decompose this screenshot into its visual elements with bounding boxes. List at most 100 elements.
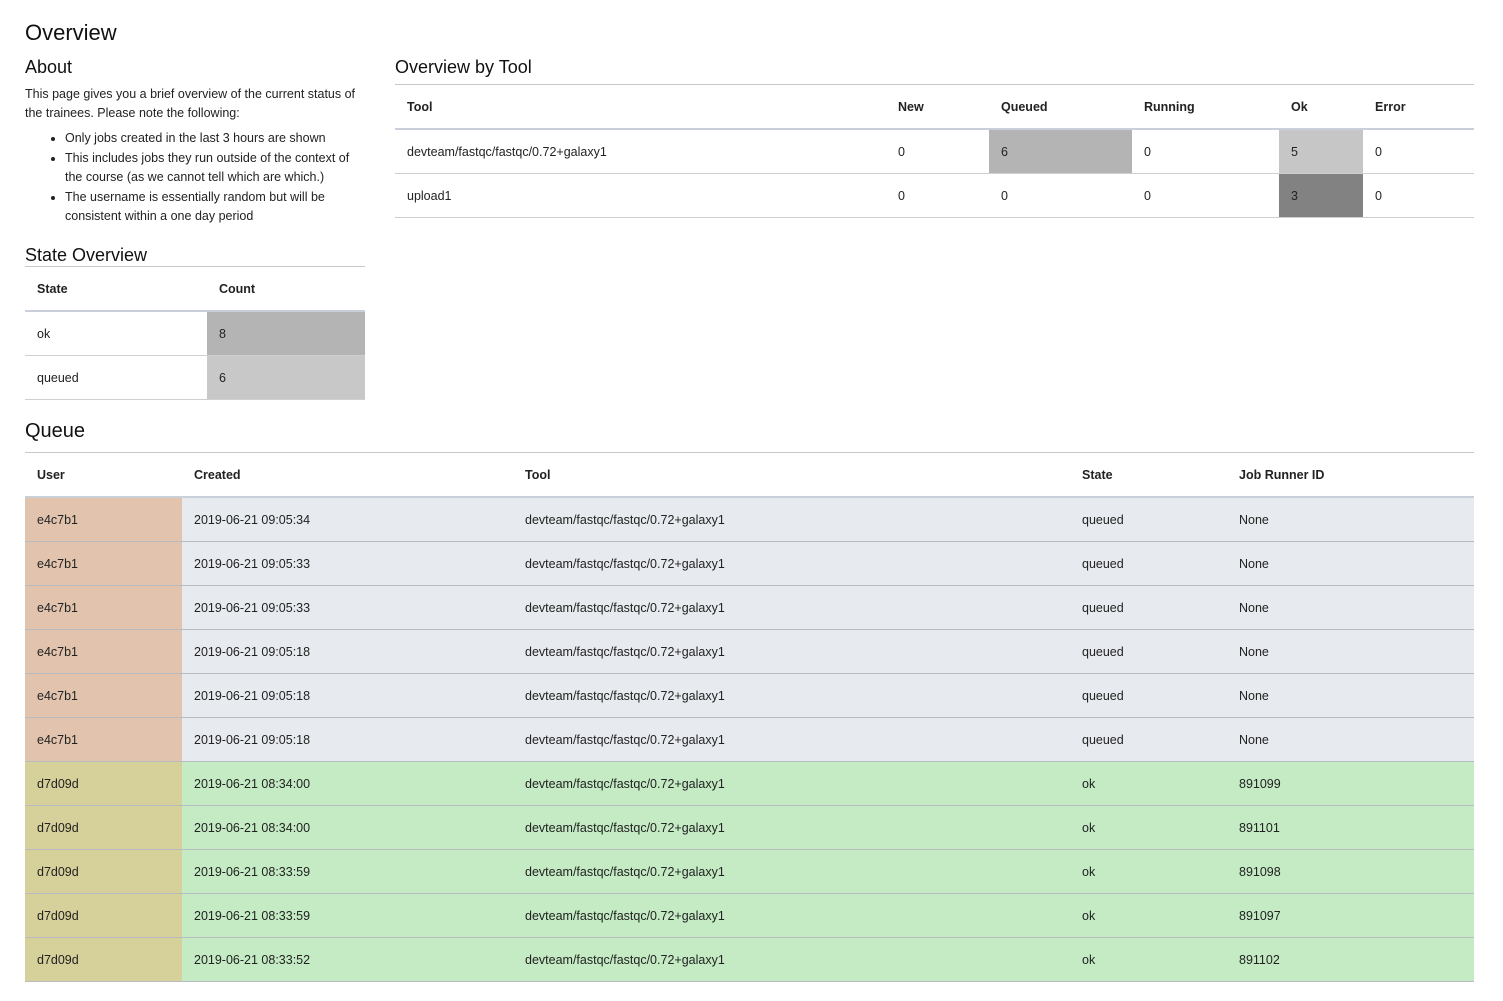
tool-cell: devteam/fastqc/fastqc/0.72+galaxy1: [513, 761, 1070, 806]
column-header-running: Running: [1132, 84, 1279, 130]
tool-cell: devteam/fastqc/fastqc/0.72+galaxy1: [513, 805, 1070, 850]
job-runner-id-cell: 891097: [1227, 893, 1474, 938]
table-header-row: State Count: [25, 266, 365, 312]
table-row: d7d09d 2019-06-21 08:33:52 devteam/fastqc/…: [25, 937, 1474, 982]
job-runner-id-cell: 891102: [1227, 937, 1474, 982]
state-cell: queued: [1070, 673, 1227, 718]
user-cell: d7d09d: [25, 761, 182, 806]
note-item: Only jobs created in the last 3 hours ar…: [65, 129, 365, 148]
tool-overview-table: Tool New Queued Running Ok Error devteam…: [395, 84, 1474, 218]
tool-cell: devteam/fastqc/fastqc/0.72+galaxy1: [513, 893, 1070, 938]
column-header-tool: Tool: [513, 452, 1070, 498]
user-cell: e4c7b1: [25, 585, 182, 630]
created-cell: 2019-06-21 08:33:59: [182, 849, 513, 894]
error-count-cell: 0: [1363, 173, 1474, 218]
running-count-cell: 0: [1132, 129, 1279, 174]
tool-cell: devteam/fastqc/fastqc/0.72+galaxy1: [513, 937, 1070, 982]
job-runner-id-cell: None: [1227, 585, 1474, 630]
user-cell: e4c7b1: [25, 497, 182, 542]
queue-title: Queue: [25, 420, 86, 442]
queued-count-cell: 6: [989, 129, 1132, 174]
tool-cell: devteam/fastqc/fastqc/0.72+galaxy1: [513, 629, 1070, 674]
state-cell: queued: [1070, 629, 1227, 674]
tool-name-cell: upload1: [395, 173, 886, 218]
user-cell: e4c7b1: [25, 673, 182, 718]
job-runner-id-cell: 891101: [1227, 805, 1474, 850]
user-cell: d7d09d: [25, 893, 182, 938]
created-cell: 2019-06-21 09:05:34: [182, 497, 513, 542]
column-header-ok: Ok: [1279, 84, 1363, 130]
top-section: About This page gives you a brief overvi…: [25, 56, 1474, 400]
note-item: The username is essentially random but w…: [65, 188, 365, 226]
table-row: e4c7b1 2019-06-21 09:05:33 devteam/fastqc/…: [25, 585, 1474, 630]
state-cell: ok: [1070, 937, 1227, 982]
error-count-cell: 0: [1363, 129, 1474, 174]
job-runner-id-cell: 891099: [1227, 761, 1474, 806]
running-count-cell: 0: [1132, 173, 1279, 218]
table-header-row: User Created Tool State Job Runner ID: [25, 452, 1474, 498]
created-cell: 2019-06-21 08:34:00: [182, 805, 513, 850]
created-cell: 2019-06-21 09:05:33: [182, 585, 513, 630]
tool-cell: devteam/fastqc/fastqc/0.72+galaxy1: [513, 541, 1070, 586]
column-header-error: Error: [1363, 84, 1474, 130]
table-row: e4c7b1 2019-06-21 09:05:18 devteam/fastqc/…: [25, 717, 1474, 762]
column-header-job-runner-id: Job Runner ID: [1227, 452, 1474, 498]
user-cell: e4c7b1: [25, 717, 182, 762]
user-cell: d7d09d: [25, 805, 182, 850]
tool-cell: devteam/fastqc/fastqc/0.72+galaxy1: [513, 585, 1070, 630]
state-overview-title: State Overview: [25, 245, 148, 265]
table-row: e4c7b1 2019-06-21 09:05:18 devteam/fastqc/…: [25, 629, 1474, 674]
left-column: About This page gives you a brief overvi…: [25, 56, 365, 400]
about-title: About: [25, 57, 73, 77]
table-row: upload1 0 0 0 3 0: [395, 173, 1474, 218]
created-cell: 2019-06-21 09:05:33: [182, 541, 513, 586]
table-row: e4c7b1 2019-06-21 09:05:34 devteam/fastqc/…: [25, 497, 1474, 542]
table-row: d7d09d 2019-06-21 08:33:59 devteam/fastqc/…: [25, 893, 1474, 938]
column-header-state: State: [1070, 452, 1227, 498]
job-runner-id-cell: None: [1227, 497, 1474, 542]
count-cell: 6: [207, 355, 365, 400]
job-runner-id-cell: None: [1227, 717, 1474, 762]
tool-name-cell: devteam/fastqc/fastqc/0.72+galaxy1: [395, 129, 886, 174]
job-runner-id-cell: None: [1227, 629, 1474, 674]
user-cell: d7d09d: [25, 849, 182, 894]
state-cell: ok: [1070, 805, 1227, 850]
created-cell: 2019-06-21 08:34:00: [182, 761, 513, 806]
user-cell: d7d09d: [25, 937, 182, 982]
table-row: d7d09d 2019-06-21 08:33:59 devteam/fastqc/…: [25, 849, 1474, 894]
created-cell: 2019-06-21 08:33:52: [182, 937, 513, 982]
overview-page: Overview About This page gives you a bri…: [0, 0, 1503, 982]
column-header-new: New: [886, 84, 989, 130]
state-overview-table: State Count ok 8 queued 6: [25, 266, 365, 400]
user-cell: e4c7b1: [25, 629, 182, 674]
created-cell: 2019-06-21 09:05:18: [182, 629, 513, 674]
tool-cell: devteam/fastqc/fastqc/0.72+galaxy1: [513, 497, 1070, 542]
state-cell: ok: [1070, 849, 1227, 894]
state-cell: queued: [1070, 717, 1227, 762]
state-cell: queued: [1070, 497, 1227, 542]
new-count-cell: 0: [886, 173, 989, 218]
state-cell: queued: [25, 355, 207, 400]
user-cell: e4c7b1: [25, 541, 182, 586]
created-cell: 2019-06-21 08:33:59: [182, 893, 513, 938]
note-item: This includes jobs they run outside of t…: [65, 149, 365, 187]
tool-cell: devteam/fastqc/fastqc/0.72+galaxy1: [513, 673, 1070, 718]
job-runner-id-cell: None: [1227, 673, 1474, 718]
table-row: d7d09d 2019-06-21 08:34:00 devteam/fastqc/…: [25, 761, 1474, 806]
count-cell: 8: [207, 311, 365, 356]
state-cell: ok: [1070, 893, 1227, 938]
column-header-user: User: [25, 452, 182, 498]
column-header-state: State: [25, 266, 207, 312]
queued-count-cell: 0: [989, 173, 1132, 218]
state-cell: ok: [1070, 761, 1227, 806]
about-text: This page gives you a brief overview of …: [25, 87, 356, 120]
state-cell: ok: [25, 311, 207, 356]
column-header-queued: Queued: [989, 84, 1132, 130]
table-row: ok 8: [25, 311, 365, 356]
table-header-row: Tool New Queued Running Ok Error: [395, 84, 1474, 130]
tool-cell: devteam/fastqc/fastqc/0.72+galaxy1: [513, 717, 1070, 762]
created-cell: 2019-06-21 09:05:18: [182, 717, 513, 762]
table-row: d7d09d 2019-06-21 08:34:00 devteam/fastqc/…: [25, 805, 1474, 850]
about-notes: Only jobs created in the last 3 hours ar…: [25, 129, 365, 226]
queue-table: User Created Tool State Job Runner ID e4…: [25, 452, 1474, 982]
